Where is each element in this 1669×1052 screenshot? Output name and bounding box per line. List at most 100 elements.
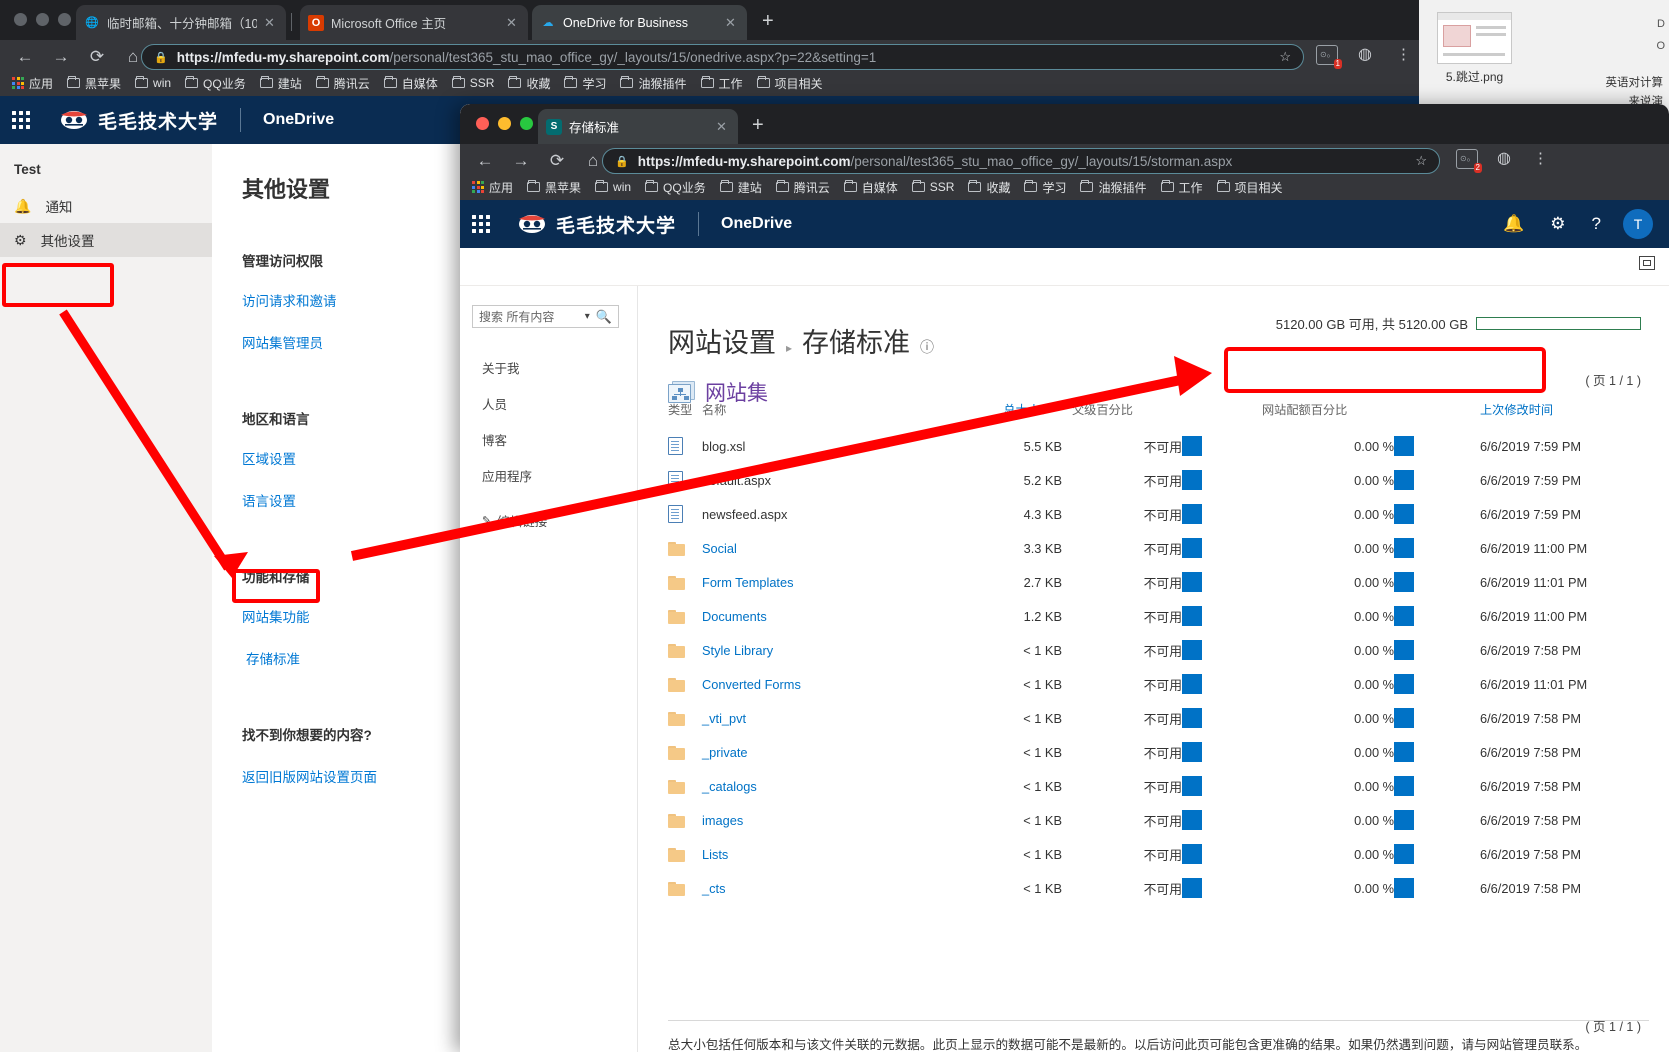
- extension-icon-2[interactable]: ◍: [1358, 44, 1372, 64]
- bookmark-4[interactable]: 建站: [259, 75, 302, 92]
- bookmark-9[interactable]: 学习: [564, 75, 606, 92]
- bookmark-3[interactable]: QQ业务: [185, 75, 246, 92]
- cell-name[interactable]: Social: [702, 531, 952, 565]
- new-tab-button-front[interactable]: +: [752, 115, 764, 135]
- gear-icon-suitebar[interactable]: ⚙: [1550, 214, 1565, 234]
- info-icon[interactable]: ⓘ: [920, 337, 934, 357]
- back-icon-front[interactable]: ←: [474, 151, 496, 171]
- col-name[interactable]: 名称: [702, 400, 952, 429]
- link-regional-settings[interactable]: 区域设置: [242, 448, 470, 468]
- new-tab-button[interactable]: +: [762, 11, 774, 31]
- table-row[interactable]: images < 1 KB 不可用 0.00 % 6/6/2019 7:58 PM: [668, 803, 1645, 837]
- extension-icon-1[interactable]: ⊙₀ 1: [1316, 45, 1342, 69]
- avatar[interactable]: T: [1623, 209, 1653, 239]
- minimize-window-button[interactable]: [36, 13, 49, 26]
- link-site-collection-features[interactable]: 网站集功能: [242, 606, 470, 626]
- close-tab-1-icon[interactable]: ✕: [506, 15, 520, 31]
- bell-icon-suitebar[interactable]: 🔔: [1503, 214, 1524, 234]
- link-site-collection-admins[interactable]: 网站集管理员: [242, 332, 470, 352]
- browser-tab-2[interactable]: ☁ OneDrive for Business ✕: [532, 5, 747, 40]
- home-icon-front[interactable]: ⌂: [582, 151, 604, 171]
- maximize-window-button[interactable]: [58, 13, 71, 26]
- bookmark-8[interactable]: 收藏: [508, 75, 550, 92]
- table-row[interactable]: Style Library < 1 KB 不可用 0.00 % 6/6/2019 7:5…: [668, 633, 1645, 667]
- table-row[interactable]: default.aspx 5.2 KB 不可用 0.00 % 6/6/2019 7:59…: [668, 463, 1645, 497]
- app-launcher-icon[interactable]: [12, 111, 30, 129]
- reload-icon-front[interactable]: ⟳: [546, 151, 568, 171]
- quick-link-about-me[interactable]: 关于我: [482, 358, 637, 377]
- bookmark-front-5[interactable]: 腾讯云: [775, 179, 830, 196]
- sidebar-item-other-settings[interactable]: ⚙ 其他设置: [0, 223, 212, 257]
- cell-name[interactable]: _private: [702, 735, 952, 769]
- table-row[interactable]: _vti_pvt < 1 KB 不可用 0.00 % 6/6/2019 7:58 PM: [668, 701, 1645, 735]
- col-type[interactable]: 类型: [668, 400, 702, 429]
- table-row[interactable]: Form Templates 2.7 KB 不可用 0.00 % 6/6/2019 11…: [668, 565, 1645, 599]
- address-bar-front[interactable]: 🔒 https://mfedu-my.sharepoint.com/person…: [602, 148, 1440, 174]
- search-input[interactable]: 搜索 所有内容 ▾ 🔍: [472, 305, 619, 328]
- breadcrumb-parent[interactable]: 网站设置: [668, 321, 776, 360]
- bookmark-front-7[interactable]: SSR: [911, 180, 954, 194]
- bookmark-front-1[interactable]: 黑苹果: [527, 179, 581, 196]
- thumbnail-preview[interactable]: [1437, 12, 1512, 64]
- minimize-window-button-front[interactable]: [498, 117, 511, 130]
- table-row[interactable]: Converted Forms < 1 KB 不可用 0.00 % 6/6/2019 1…: [668, 667, 1645, 701]
- quick-link-apps[interactable]: 应用程序: [482, 466, 637, 485]
- bookmark-star-icon[interactable]: ☆: [1279, 49, 1291, 65]
- browser-tab-front-0[interactable]: S 存储标准 ✕: [538, 109, 738, 144]
- address-bar[interactable]: 🔒 https://mfedu-my.sharepoint.com/person…: [141, 44, 1304, 70]
- table-row[interactable]: blog.xsl 5.5 KB 不可用 0.00 % 6/6/2019 7:59 PM: [668, 429, 1645, 463]
- back-icon[interactable]: ←: [14, 47, 36, 67]
- bookmark-star-icon-front[interactable]: ☆: [1415, 153, 1427, 169]
- bookmark-2[interactable]: win: [135, 76, 171, 90]
- cell-name[interactable]: images: [702, 803, 952, 837]
- cell-name[interactable]: blog.xsl: [702, 429, 952, 463]
- cell-name[interactable]: _catalogs: [702, 769, 952, 803]
- bookmark-front-12[interactable]: 项目相关: [1216, 179, 1283, 196]
- window-traffic-lights-front[interactable]: [476, 117, 533, 130]
- bookmark-front-11[interactable]: 工作: [1160, 179, 1203, 196]
- cell-name[interactable]: Form Templates: [702, 565, 952, 599]
- cell-name[interactable]: default.aspx: [702, 463, 952, 497]
- reload-icon[interactable]: ⟳: [86, 47, 108, 67]
- extension-icon-front-2[interactable]: ◍: [1497, 148, 1511, 168]
- extension-icon-front-1[interactable]: ⊙₀ 2: [1456, 149, 1482, 173]
- table-row[interactable]: newsfeed.aspx 4.3 KB 不可用 0.00 % 6/6/2019 7:5…: [668, 497, 1645, 531]
- table-row[interactable]: _cts < 1 KB 不可用 0.00 % 6/6/2019 7:58 PM: [668, 871, 1645, 905]
- help-icon-suitebar[interactable]: ?: [1592, 214, 1601, 234]
- cell-name[interactable]: _vti_pvt: [702, 701, 952, 735]
- row-link[interactable]: Lists: [702, 847, 728, 862]
- maximize-window-button-front[interactable]: [520, 117, 533, 130]
- row-link[interactable]: Converted Forms: [702, 677, 801, 692]
- close-window-button-front[interactable]: [476, 117, 489, 130]
- app-launcher-icon-front[interactable]: [472, 215, 490, 233]
- link-language-settings[interactable]: 语言设置: [242, 490, 470, 510]
- row-link[interactable]: Social: [702, 541, 737, 556]
- bookmark-6[interactable]: 自媒体: [383, 75, 438, 92]
- forward-icon[interactable]: →: [50, 47, 72, 67]
- bookmark-front-apps[interactable]: 应用: [472, 179, 513, 196]
- link-access-requests[interactable]: 访问请求和邀请: [242, 290, 470, 310]
- table-row[interactable]: Social 3.3 KB 不可用 0.00 % 6/6/2019 11:00 PM: [668, 531, 1645, 565]
- sidebar-item-notifications[interactable]: 🔔 通知: [0, 189, 212, 223]
- cell-name[interactable]: Lists: [702, 837, 952, 871]
- col-total-size[interactable]: 总大小↓: [952, 400, 1062, 429]
- bookmark-5[interactable]: 腾讯云: [315, 75, 370, 92]
- browser-tab-1[interactable]: O Microsoft Office 主页 ✕: [300, 5, 528, 40]
- cell-name[interactable]: Converted Forms: [702, 667, 952, 701]
- edit-links-button[interactable]: ✎ 编辑链接: [482, 511, 637, 530]
- row-link[interactable]: Style Library: [702, 643, 773, 658]
- row-link[interactable]: images: [702, 813, 743, 828]
- close-window-button[interactable]: [14, 13, 27, 26]
- link-storage-metrics[interactable]: 存储标准: [246, 648, 470, 668]
- window-traffic-lights[interactable]: [14, 13, 71, 26]
- bookmark-7[interactable]: SSR: [451, 76, 494, 90]
- bookmark-apps[interactable]: 应用: [12, 75, 53, 92]
- row-link[interactable]: _private: [702, 745, 748, 760]
- table-row[interactable]: Lists < 1 KB 不可用 0.00 % 6/6/2019 7:58 PM: [668, 837, 1645, 871]
- search-scope-caret-icon[interactable]: ▾: [585, 311, 590, 322]
- link-classic-site-settings[interactable]: 返回旧版网站设置页面: [242, 766, 470, 786]
- bookmark-front-10[interactable]: 油猴插件: [1080, 179, 1147, 196]
- col-parent-pct[interactable]: 父级百分比: [1062, 400, 1244, 429]
- quick-link-people[interactable]: 人员: [482, 394, 637, 413]
- table-row[interactable]: Documents 1.2 KB 不可用 0.00 % 6/6/2019 11:00 P…: [668, 599, 1645, 633]
